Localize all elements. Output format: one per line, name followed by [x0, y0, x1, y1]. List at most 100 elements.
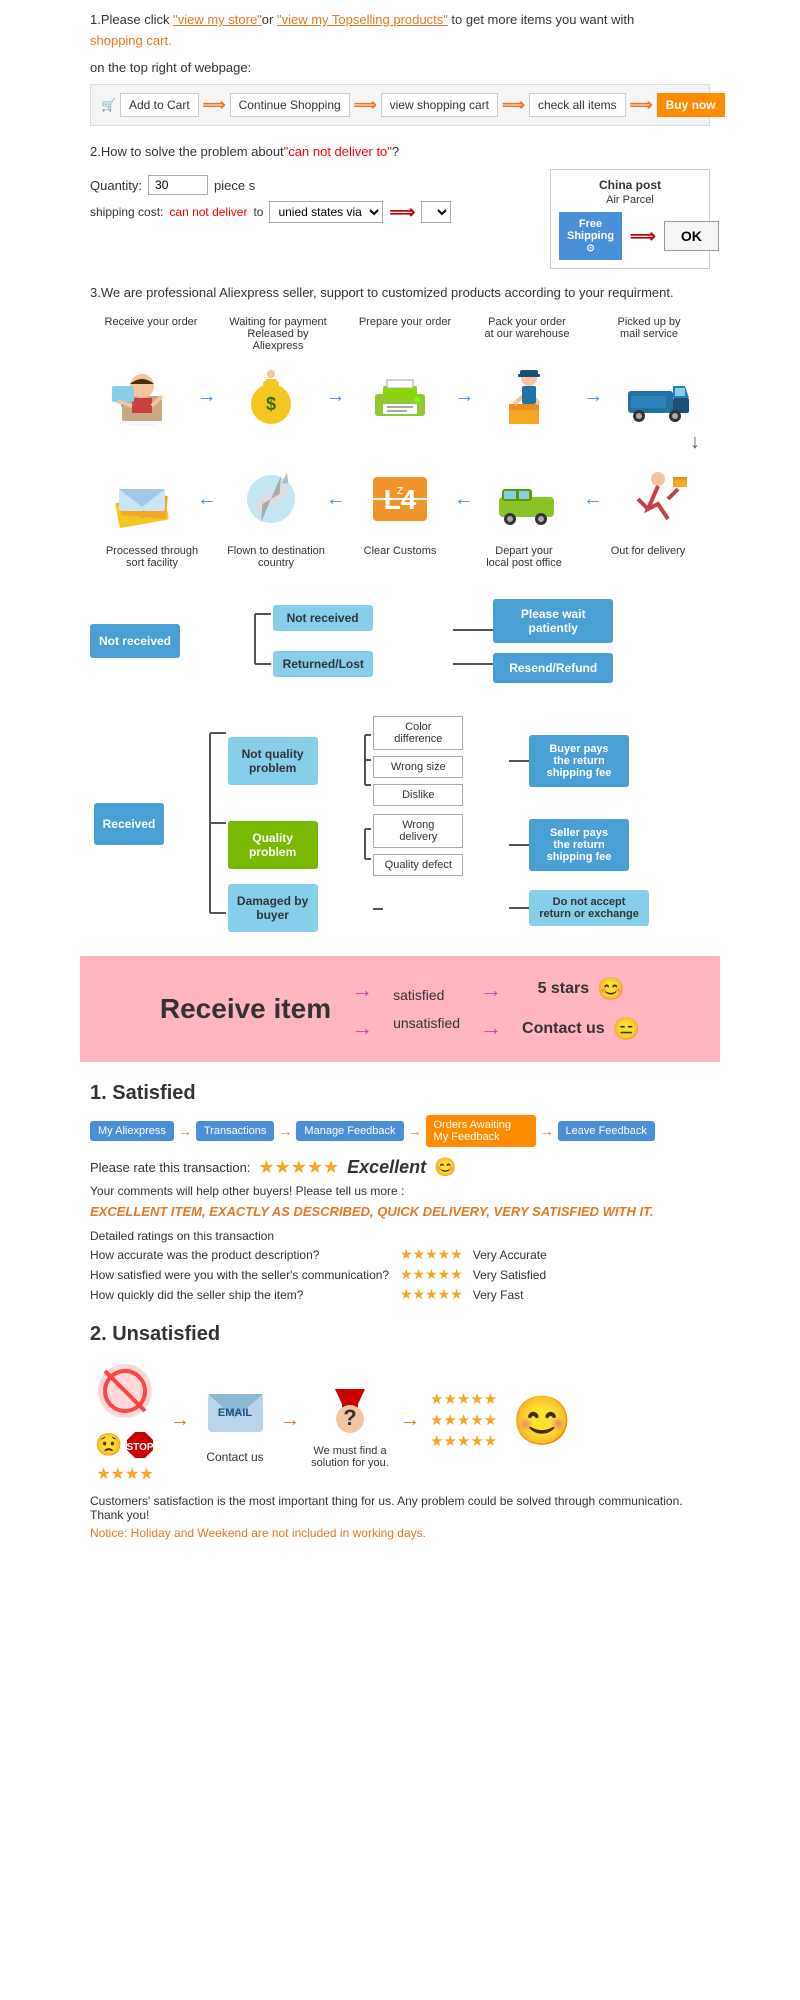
qp-cell: Quality problem	[228, 810, 364, 880]
wrong-delivery-box: Wrong delivery	[373, 814, 463, 848]
row3-stars: ★★★★★	[400, 1286, 463, 1303]
solution-text: We must find a solution for you.	[310, 1445, 390, 1469]
row1-label: How accurate was the product description…	[90, 1248, 390, 1262]
nr-main-cell: Not received	[90, 589, 253, 692]
qp-arrow-line	[509, 844, 529, 846]
contact-us-text: Contact us	[522, 1020, 605, 1038]
free-shipping-row: Free Shipping ⊙ ⟹ OK	[559, 212, 701, 260]
pink-arrow-1: →	[351, 977, 373, 1003]
step-continue-shopping[interactable]: Continue Shopping	[230, 93, 350, 117]
icon-customs: L4 Z	[350, 469, 450, 529]
cant-deliver2: can not deliver	[169, 205, 247, 219]
fb-step-transactions[interactable]: Transactions	[196, 1121, 275, 1141]
fb-step-awaiting[interactable]: Orders Awaiting My Feedback	[426, 1115, 536, 1147]
professional-text: 3.We are professional Aliexpress seller,…	[90, 285, 710, 300]
quantity-input[interactable]	[148, 175, 208, 195]
received-main-cell: Received	[90, 712, 208, 936]
fb-step-manage-feedback[interactable]: Manage Feedback	[296, 1121, 403, 1141]
outcome-arrows: → →	[480, 977, 502, 1041]
icon-sort-facility	[92, 469, 192, 529]
nqp-box: Not quality problem	[228, 737, 318, 785]
unsat-arrow-3: →	[400, 1409, 420, 1432]
shipping-method-dropdown[interactable]	[421, 201, 451, 223]
detailed-label: Detailed ratings on this transaction	[90, 1229, 274, 1243]
qp-bracket	[363, 814, 373, 874]
process-arrow-4: →	[583, 385, 603, 408]
shipping-label: shipping cost:	[90, 205, 163, 219]
rating-row-2: How satisfied were you with the seller's…	[90, 1266, 710, 1283]
qp-sub-boxes: Wrong delivery Quality defect	[373, 814, 509, 876]
process-arrow-2: →	[326, 385, 346, 408]
shipping-destination-dropdown[interactable]: unied states via	[269, 201, 383, 223]
label-out-delivery: Out for delivery	[598, 545, 698, 569]
excellent-item-text: EXCELLENT ITEM, EXACTLY AS DESCRIBED, QU…	[90, 1204, 710, 1219]
cart-icon: 🛒	[101, 98, 116, 112]
ok-button[interactable]: OK	[664, 221, 719, 251]
unsatisfied-title: 2. Unsatisfied	[90, 1323, 710, 1346]
received-main-box: Received	[94, 803, 164, 845]
section-1: 1.Please click "view my store"or "view m…	[90, 10, 710, 126]
feedback-steps: My Aliexpress → Transactions → Manage Fe…	[90, 1115, 710, 1147]
pink-section: Receive item → → satisfied unsatisfied →…	[80, 956, 720, 1062]
shopping-steps: 🛒 Add to Cart ⟹ Continue Shopping ⟹ view…	[90, 84, 710, 126]
fb-step-leave-feedback[interactable]: Leave Feedback	[558, 1121, 655, 1141]
unsat-stars-row1: ★★★★★	[430, 1390, 497, 1408]
svg-text:Z: Z	[397, 486, 403, 497]
row1-stars: ★★★★★	[400, 1246, 463, 1263]
pink-arrow-2: →	[351, 1015, 373, 1041]
nr-outcome-2: Resend/Refund	[493, 653, 613, 683]
nr-branches: Not received Returned/Lost	[273, 605, 454, 677]
bottom-process-icons: → → L4	[90, 459, 710, 539]
nqp-arrow-line	[509, 760, 529, 762]
top-process-labels: Receive your order Waiting for paymentRe…	[90, 316, 710, 352]
topselling-link[interactable]: "view my Topselling products"	[277, 12, 448, 27]
bottom-arrow-2: →	[454, 488, 474, 511]
happy-face-icon: 😊	[507, 1385, 577, 1455]
label-customs: Clear Customs	[350, 545, 450, 569]
arrow-2: ⟹	[354, 95, 377, 115]
label-pack: Pack your orderat our warehouse	[477, 316, 577, 352]
step-add-to-cart[interactable]: Add to Cart	[120, 93, 199, 117]
unsatisfied-section: 2. Unsatisfied 😟 STOP ★★★★ →	[90, 1323, 710, 1540]
damaged-line	[373, 908, 383, 910]
free-shipping-label: Free Shipping ⊙	[559, 212, 622, 260]
nqp-bracket	[363, 720, 373, 800]
step-buy-now[interactable]: Buy now	[657, 93, 725, 117]
nqp-sub-cells: Color difference Wrong size Dislike	[373, 712, 509, 810]
arrow-red-2: ⟹	[630, 226, 656, 247]
label-prepare: Prepare your order	[355, 316, 455, 352]
piece-label: piece s	[214, 178, 255, 193]
svg-text:STOP: STOP	[126, 1442, 153, 1453]
question-group: ? We must find a solution for you.	[310, 1371, 390, 1469]
damaged-arrow-line	[509, 907, 529, 909]
step-check-items[interactable]: check all items	[529, 93, 626, 117]
fb-arrow-4: →	[540, 1123, 554, 1139]
rate-row: Please rate this transaction: ★★★★★ Exce…	[90, 1157, 710, 1178]
svg-text:$: $	[266, 394, 276, 414]
nr-arrow-line-2	[453, 663, 493, 665]
intro-paragraph: 1.Please click "view my store"or "view m…	[90, 10, 710, 52]
question-icon: ?	[315, 1371, 385, 1441]
color-diff-box: Color difference	[373, 716, 463, 750]
step-view-cart[interactable]: view shopping cart	[381, 93, 498, 117]
email-group: EMAIL Contact us	[200, 1376, 270, 1464]
nr-arrow-line-1	[453, 629, 493, 631]
unsat-stars-1: ★★★★	[96, 1464, 153, 1484]
no-return-box: Do not accept return or exchange	[529, 890, 649, 926]
detailed-label-row: Detailed ratings on this transaction	[90, 1229, 710, 1243]
qp-sub-cells: Wrong delivery Quality defect	[373, 810, 509, 880]
fb-step-my-aliexpress[interactable]: My Aliexpress	[90, 1121, 174, 1141]
icon-receive-order	[92, 366, 192, 426]
neutral-smiley: 😑	[613, 1016, 640, 1042]
arrow-4: ⟹	[630, 95, 653, 115]
nqp-sub-boxes: Color difference Wrong size Dislike	[373, 716, 509, 806]
contact-us-row: Contact us 😑	[522, 1016, 640, 1042]
svg-text:EMAIL: EMAIL	[217, 1407, 252, 1419]
comments-text: Your comments will help other buyers! Pl…	[90, 1184, 710, 1198]
svg-text:?: ?	[343, 1405, 356, 1430]
icon-out-delivery	[608, 469, 708, 529]
receive-item-title: Receive item	[160, 993, 331, 1025]
satisfaction-labels: satisfied unsatisfied	[393, 987, 460, 1031]
section2-content: Quantity: piece s shipping cost: can not…	[90, 169, 710, 269]
view-store-link[interactable]: "view my store"	[173, 12, 262, 27]
